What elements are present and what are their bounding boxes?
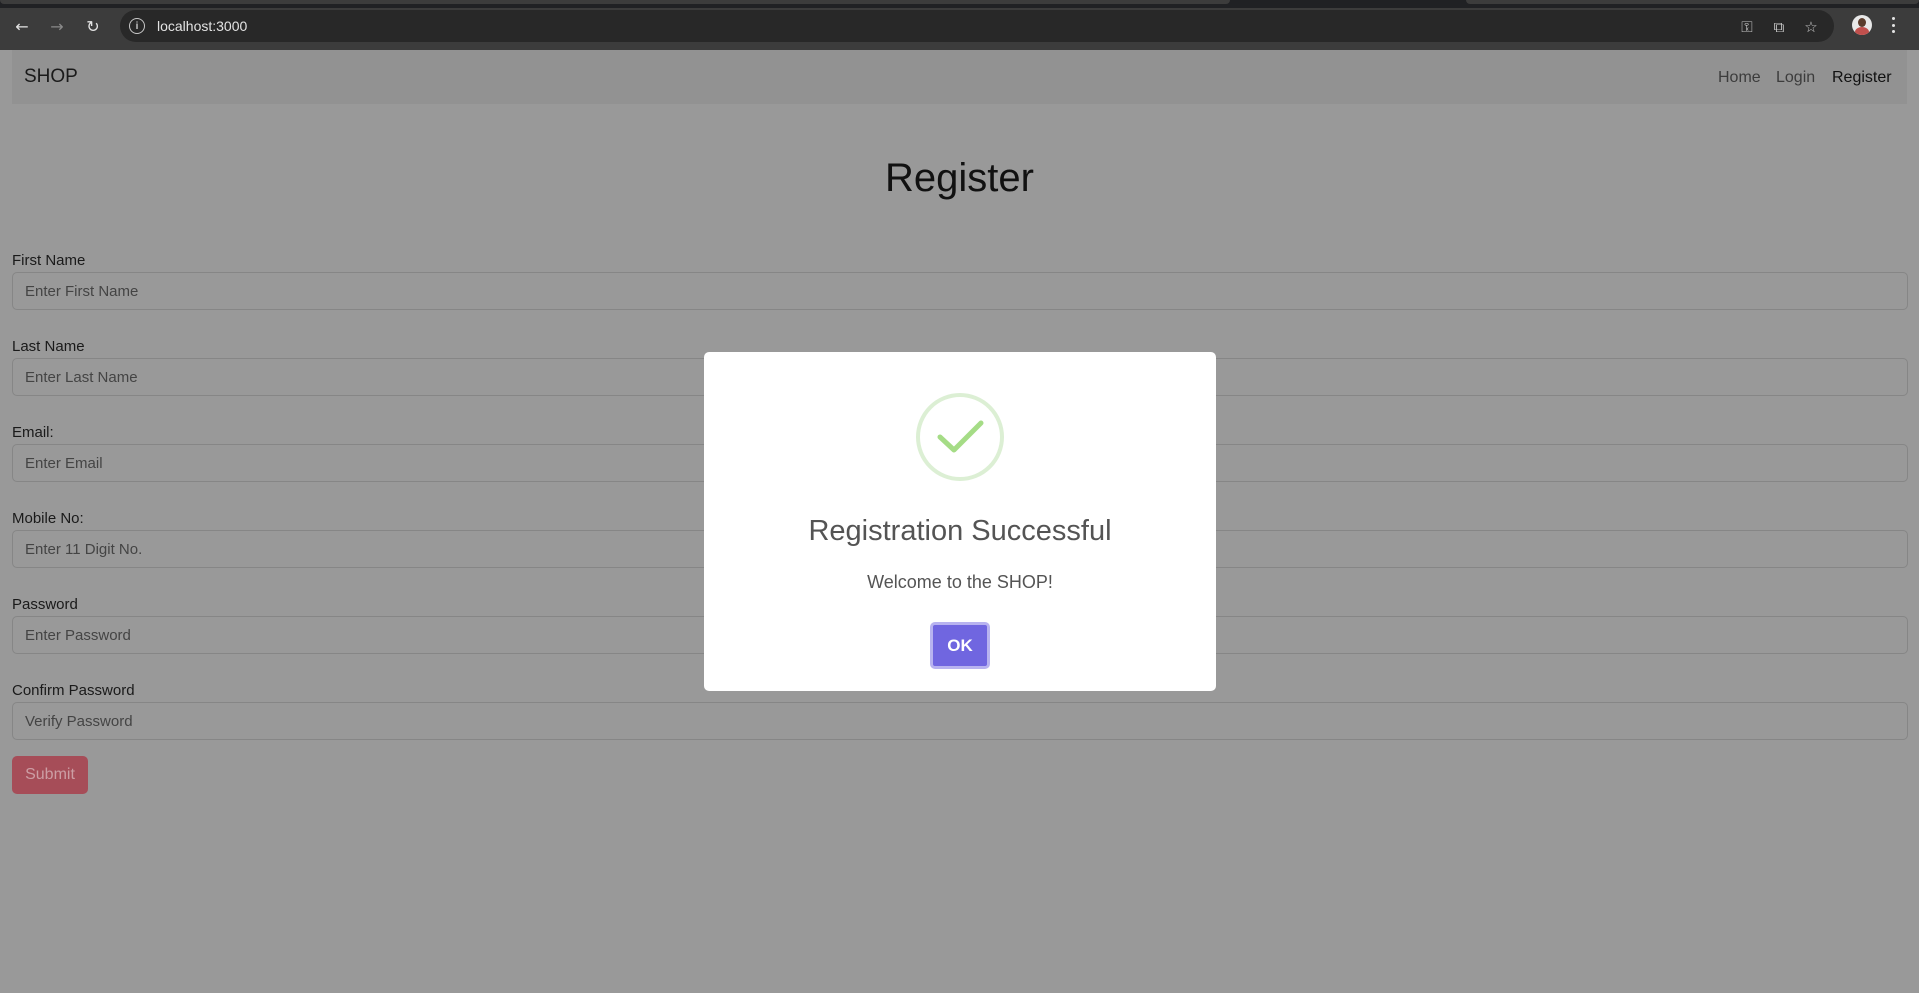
password-key-icon[interactable]: ⚿ — [1738, 18, 1756, 36]
reload-icon[interactable]: ↻ — [79, 12, 107, 40]
ok-button[interactable]: OK — [930, 622, 990, 669]
url-text[interactable]: localhost:3000 — [157, 18, 247, 34]
nav-link-home[interactable]: Home — [1718, 69, 1761, 87]
browser-tab[interactable] — [0, 0, 1230, 4]
email-label: Email: — [12, 424, 54, 441]
success-check-icon — [916, 393, 1004, 481]
address-bar[interactable]: i localhost:3000 ⚿ ⧉ ☆ — [120, 10, 1834, 42]
success-dialog: Registration Successful Welcome to the S… — [704, 352, 1216, 691]
checkmark-icon — [937, 420, 984, 453]
nav-link-login[interactable]: Login — [1776, 69, 1815, 87]
site-navbar: SHOP Home Login Register — [12, 50, 1907, 104]
confirm-password-input[interactable] — [12, 702, 1908, 740]
forward-icon[interactable]: → — [43, 12, 71, 40]
dialog-title: Registration Successful — [808, 515, 1112, 547]
nav-link-register[interactable]: Register — [1832, 69, 1892, 87]
back-icon[interactable]: ← — [8, 12, 36, 40]
mobile-label: Mobile No: — [12, 510, 84, 527]
page-title: Register — [885, 156, 1034, 200]
site-info-icon[interactable]: i — [129, 18, 145, 34]
install-app-icon[interactable]: ⧉ — [1770, 18, 1788, 36]
first-name-input[interactable] — [12, 272, 1908, 310]
last-name-label: Last Name — [12, 338, 85, 355]
tab-strip — [0, 0, 1919, 8]
browser-menu-icon[interactable] — [1889, 14, 1897, 36]
password-label: Password — [12, 596, 78, 613]
bookmark-star-icon[interactable]: ☆ — [1802, 18, 1820, 36]
submit-button[interactable]: Submit — [12, 756, 88, 794]
profile-avatar[interactable] — [1852, 15, 1872, 35]
browser-tab[interactable] — [1466, 0, 1919, 4]
confirm-password-label: Confirm Password — [12, 682, 135, 699]
dialog-message: Welcome to the SHOP! — [867, 572, 1053, 592]
first-name-label: First Name — [12, 252, 86, 269]
brand-logo[interactable]: SHOP — [24, 66, 78, 88]
browser-toolbar: ← → ↻ i localhost:3000 ⚿ ⧉ ☆ — [0, 0, 1919, 50]
